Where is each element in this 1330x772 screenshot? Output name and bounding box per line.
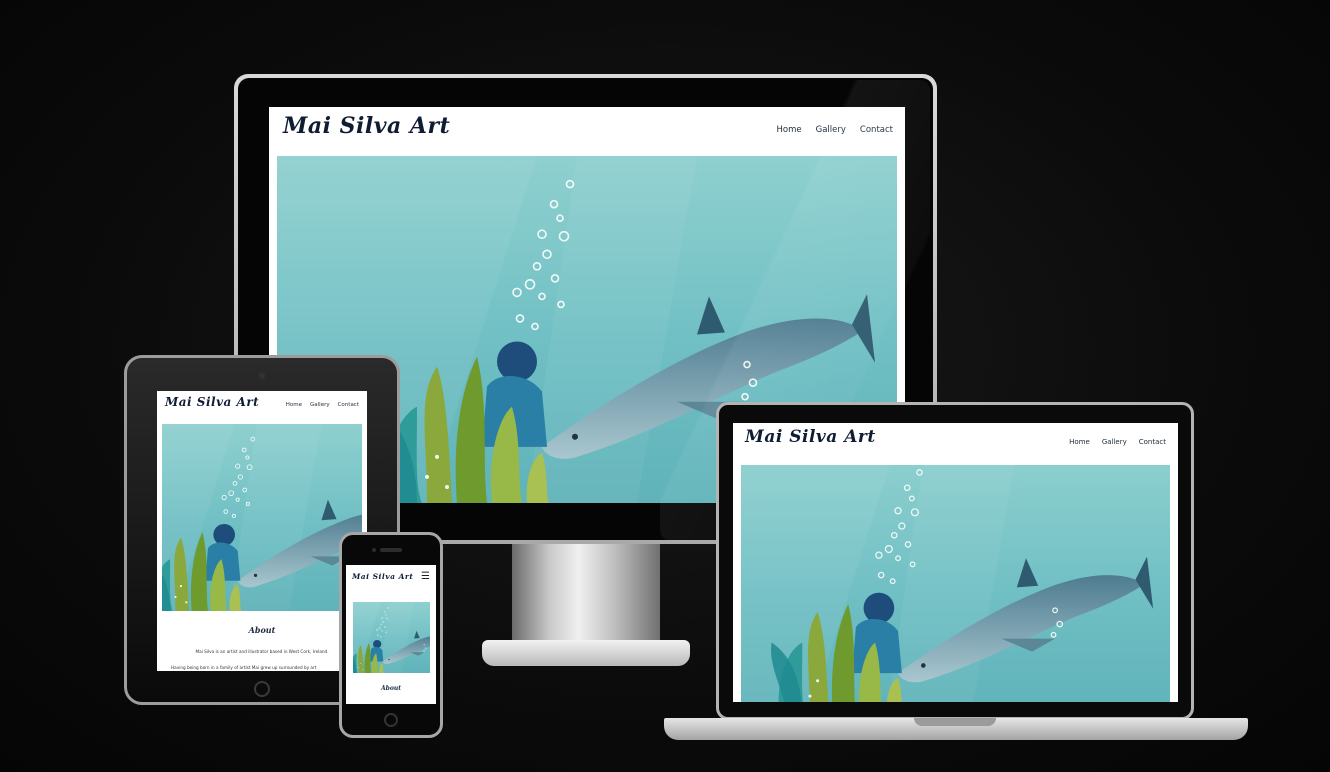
tablet-camera [259, 373, 265, 379]
laptop-notch [914, 718, 996, 726]
site-logo[interactable]: Mai Silva Art [352, 572, 413, 581]
tablet-screen: Mai Silva Art Home Gallery Contact About… [157, 391, 367, 671]
about-paragraph-1: Mai Silva is an artist and illustrator b… [195, 649, 329, 654]
phone-camera [372, 548, 376, 552]
nav-gallery[interactable]: Gallery [310, 402, 330, 408]
monitor-stand-neck [512, 544, 660, 652]
tablet-home-button [254, 681, 270, 697]
main-nav: Home Gallery Contact [1069, 438, 1166, 446]
laptop-screen: Mai Silva Art Home Gallery Contact [733, 423, 1178, 702]
site-logo[interactable]: Mai Silva Art [165, 395, 259, 409]
hero-artwork [353, 602, 430, 673]
site-logo[interactable]: Mai Silva Art [745, 427, 876, 447]
site-logo[interactable]: Mai Silva Art [283, 113, 450, 139]
main-nav: Home Gallery Contact [286, 402, 359, 408]
about-heading: About [248, 625, 276, 635]
hero-artwork [162, 424, 362, 611]
phone-screen: Mai Silva Art ☰ About [346, 565, 436, 704]
about-heading: About [381, 685, 401, 692]
nav-gallery[interactable]: Gallery [1102, 438, 1127, 446]
monitor-stand-base [482, 640, 690, 666]
menu-icon[interactable]: ☰ [421, 571, 430, 582]
about-paragraph-2: Having being born in a family of artist … [171, 665, 317, 670]
nav-contact[interactable]: Contact [1139, 438, 1166, 446]
nav-home[interactable]: Home [286, 402, 302, 408]
nav-home[interactable]: Home [1069, 438, 1090, 446]
hero-artwork [741, 465, 1170, 702]
nav-contact[interactable]: Contact [338, 402, 359, 408]
phone-speaker [380, 548, 402, 552]
phone-home-button [384, 713, 398, 727]
